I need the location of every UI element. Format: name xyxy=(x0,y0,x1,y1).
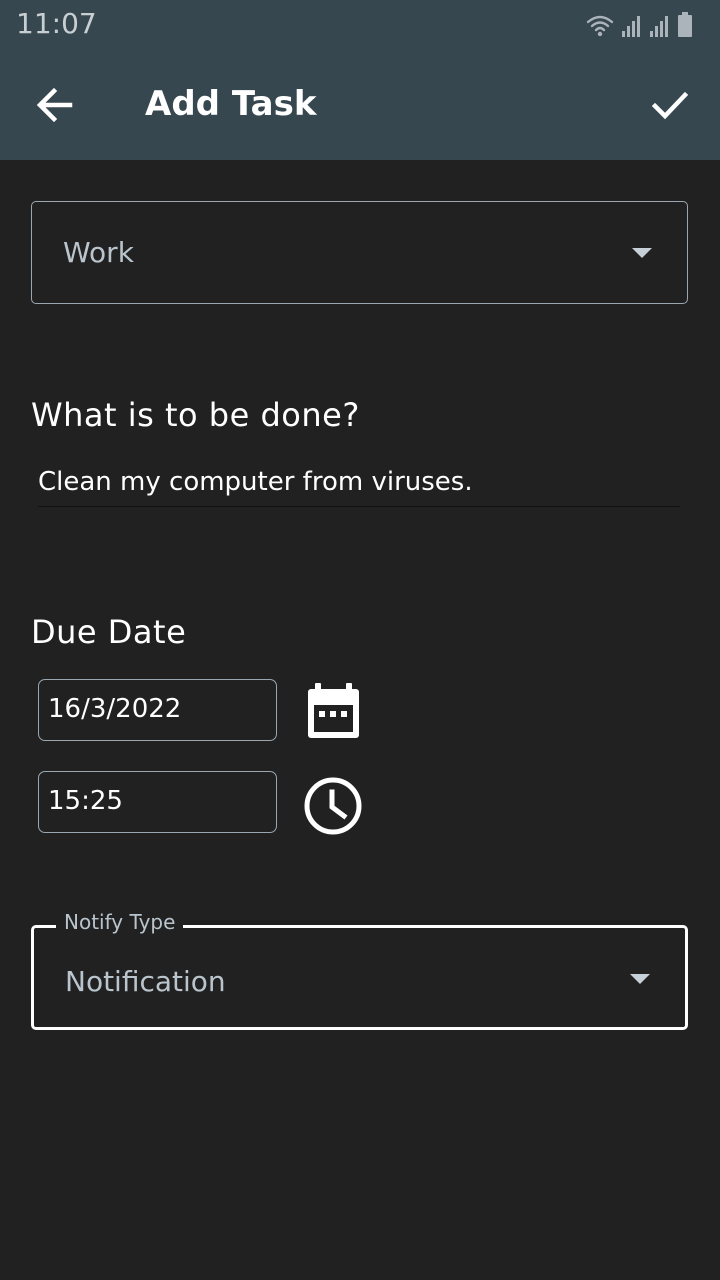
notify-type-selected: Notification xyxy=(65,965,226,998)
category-selected: Work xyxy=(63,236,134,269)
task-heading: What is to be done? xyxy=(31,396,360,434)
back-button[interactable] xyxy=(20,75,90,135)
date-picker-button[interactable] xyxy=(302,681,364,743)
notify-type-dropdown[interactable]: Notify Type Notification xyxy=(31,910,688,1030)
page-title: Add Task xyxy=(145,84,317,124)
status-time: 11:07 xyxy=(16,7,97,40)
status-bar: 11:07 xyxy=(0,0,720,50)
notify-type-label: Notify Type xyxy=(56,910,184,934)
time-picker-button[interactable] xyxy=(302,775,364,837)
time-field[interactable]: 15:25 xyxy=(38,771,277,833)
dropdown-arrow-icon xyxy=(632,248,652,258)
app-bar: Add Task xyxy=(0,50,720,160)
dropdown-arrow-icon xyxy=(630,974,650,984)
status-icons xyxy=(586,12,692,37)
calendar-icon xyxy=(308,683,359,738)
task-input[interactable]: Clean my computer from viruses. xyxy=(38,460,680,507)
clock-icon xyxy=(304,777,362,835)
check-icon xyxy=(651,91,689,120)
signal-icon xyxy=(622,16,640,37)
battery-icon xyxy=(678,12,692,37)
due-date-heading: Due Date xyxy=(31,613,187,651)
date-field[interactable]: 16/3/2022 xyxy=(38,679,277,741)
signal-icon xyxy=(650,16,668,37)
arrow-back-icon xyxy=(36,87,73,123)
category-dropdown[interactable]: Work xyxy=(31,201,688,304)
wifi-icon xyxy=(586,15,614,32)
save-button[interactable] xyxy=(634,75,704,135)
